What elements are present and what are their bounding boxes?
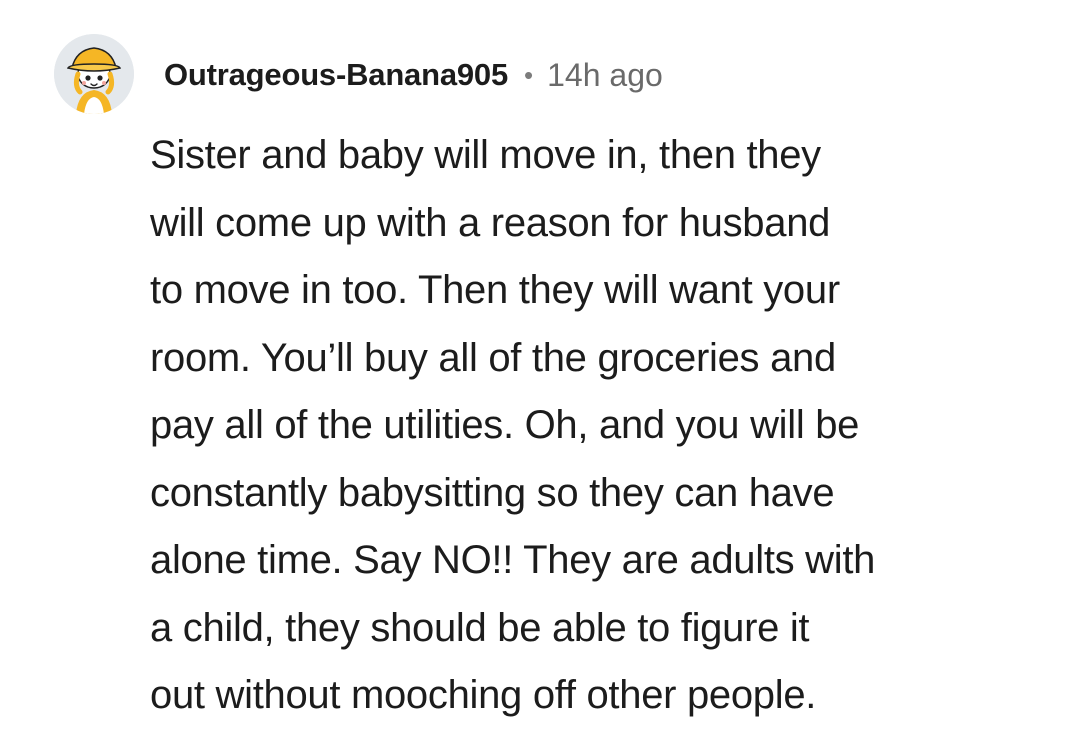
username[interactable]: Outrageous-Banana905 bbox=[164, 57, 508, 93]
comment-line: will come up with a reason for husband bbox=[150, 200, 831, 245]
comment-line: a child, they should be able to figure i… bbox=[150, 605, 810, 650]
comment-header: Outrageous-Banana905 • 14h ago bbox=[164, 52, 663, 98]
comment-line: constantly babysitting so they can have bbox=[150, 470, 835, 515]
comment: Outrageous-Banana905 • 14h ago Sister an… bbox=[0, 0, 1080, 746]
comment-line: Sister and baby will move in, then they bbox=[150, 133, 821, 177]
avatar[interactable] bbox=[54, 34, 134, 114]
comment-line: pay all of the utilities. Oh, and you wi… bbox=[150, 403, 860, 447]
avatar-icon bbox=[54, 34, 134, 114]
comment-line: to move in too. Then they will want your bbox=[150, 268, 840, 312]
comment-line: out without mooching off other people. bbox=[150, 673, 817, 717]
timestamp[interactable]: 14h ago bbox=[547, 57, 663, 94]
separator-dot: • bbox=[524, 59, 534, 90]
comment-line: alone time. Say NO!! They are adults wit… bbox=[150, 538, 876, 582]
comment-body: Sister and baby will move in, then they … bbox=[150, 122, 1040, 730]
comment-line: room. You’ll buy all of the groceries an… bbox=[150, 335, 836, 380]
